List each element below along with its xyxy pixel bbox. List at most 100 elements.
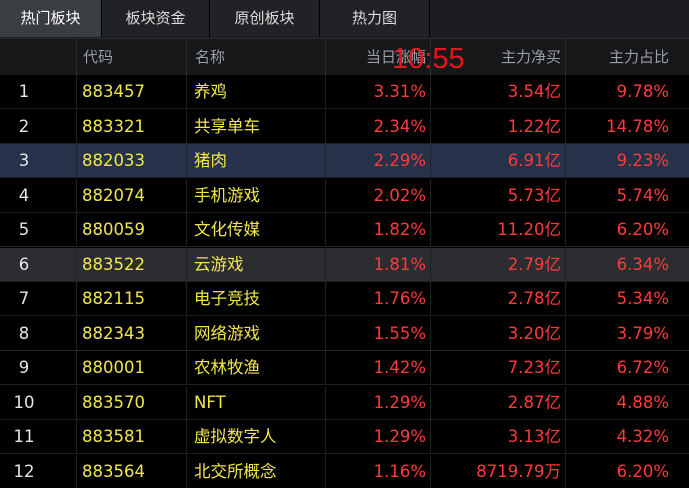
- main-ratio: 6.20%: [616, 220, 669, 239]
- net-buy-amount: 2.87亿: [507, 392, 561, 412]
- column-divider: [325, 75, 326, 109]
- sector-code: 883321: [82, 116, 145, 136]
- tab-bar: 热门板块 板块资金 原创板块 热力图: [0, 0, 689, 38]
- row-index: 1: [18, 82, 30, 101]
- table-row[interactable]: 10 883570 NFT 1.29% 2.87亿 4.88%: [0, 385, 689, 420]
- change-percent: 1.81%: [373, 254, 426, 274]
- column-divider: [186, 420, 187, 454]
- change-percent: 2.29%: [373, 151, 426, 170]
- table-row[interactable]: 11 883581 虚拟数字人 1.29% 3.13亿 4.32%: [0, 420, 689, 454]
- column-divider: [186, 213, 187, 247]
- main-ratio: 9.23%: [616, 151, 669, 170]
- table-row[interactable]: 3 882033 猪肉 2.29% 6.91亿 9.23%: [0, 144, 689, 178]
- column-divider: [325, 247, 326, 282]
- row-index: 6: [18, 254, 30, 274]
- column-divider: [430, 247, 431, 282]
- change-percent: 1.29%: [373, 427, 426, 446]
- column-divider: [76, 282, 77, 316]
- sector-code: 882033: [82, 151, 145, 170]
- column-divider: [76, 247, 77, 282]
- tab-hot-sectors[interactable]: 热门板块: [0, 0, 102, 37]
- change-percent: 1.76%: [373, 289, 426, 308]
- column-divider: [325, 420, 326, 454]
- column-divider: [430, 178, 431, 213]
- sector-name: 猪肉: [194, 151, 227, 170]
- column-divider: [565, 178, 566, 213]
- column-divider: [565, 247, 566, 282]
- row-index: 7: [18, 289, 30, 308]
- sector-ranking-panel: 热门板块 板块资金 原创板块 热力图 代码 名称 当日涨幅 主力净买 主力占比 …: [0, 0, 689, 488]
- column-divider: [186, 454, 187, 488]
- column-divider: [430, 420, 431, 454]
- column-divider: [565, 420, 566, 454]
- table-header: 代码 名称 当日涨幅 主力净买 主力占比: [0, 38, 689, 75]
- tab-heatmap[interactable]: 热力图: [320, 0, 430, 37]
- header-code[interactable]: 代码: [76, 39, 186, 75]
- column-divider: [76, 144, 77, 178]
- header-ratio[interactable]: 主力占比: [565, 39, 689, 75]
- row-index: 12: [13, 461, 35, 481]
- main-ratio: 5.74%: [616, 185, 669, 205]
- net-buy-amount: 1.22亿: [507, 116, 561, 136]
- column-divider: [430, 351, 431, 385]
- column-divider: [430, 75, 431, 109]
- row-index: 10: [13, 392, 35, 412]
- column-divider: [565, 282, 566, 316]
- sector-code: 883581: [82, 427, 145, 446]
- net-buy-amount: 7.23亿: [507, 358, 561, 377]
- row-index: 9: [18, 358, 30, 377]
- column-divider: [76, 420, 77, 454]
- column-divider: [430, 109, 431, 144]
- net-buy-amount: 2.79亿: [507, 254, 561, 274]
- column-divider: [325, 351, 326, 385]
- change-percent: 1.42%: [373, 358, 426, 377]
- sector-name: 农林牧渔: [194, 358, 260, 377]
- net-buy-amount: 3.54亿: [507, 82, 561, 101]
- table-row[interactable]: 7 882115 电子竞技 1.76% 2.78亿 5.34%: [0, 282, 689, 316]
- main-ratio: 4.32%: [616, 427, 669, 446]
- column-divider: [325, 178, 326, 213]
- row-index: 11: [13, 427, 35, 446]
- table-row[interactable]: 5 880059 文化传媒 1.82% 11.20亿 6.20%: [0, 213, 689, 247]
- sector-name: 电子竞技: [194, 289, 260, 308]
- column-divider: [565, 351, 566, 385]
- change-percent: 3.31%: [373, 82, 426, 101]
- net-buy-amount: 11.20亿: [497, 220, 561, 239]
- table-row[interactable]: 4 882074 手机游戏 2.02% 5.73亿 5.74%: [0, 178, 689, 213]
- sector-name: 网络游戏: [194, 323, 260, 343]
- column-divider: [430, 385, 431, 420]
- sector-code: 883457: [82, 82, 145, 101]
- sector-code: 882115: [82, 289, 145, 308]
- column-divider: [565, 385, 566, 420]
- sector-code: 883522: [82, 254, 145, 274]
- column-divider: [430, 454, 431, 488]
- column-divider: [325, 144, 326, 178]
- row-index: 2: [18, 116, 30, 136]
- row-index: 3: [18, 151, 30, 170]
- table-row[interactable]: 1 883457 养鸡 3.31% 3.54亿 9.78%: [0, 75, 689, 109]
- sector-code: 883564: [82, 461, 145, 481]
- table-row[interactable]: 12 883564 北交所概念 1.16% 8719.79万 6.20%: [0, 454, 689, 488]
- sector-code: 882074: [82, 185, 145, 205]
- column-divider: [186, 351, 187, 385]
- header-name[interactable]: 名称: [186, 39, 325, 75]
- column-divider: [186, 178, 187, 213]
- column-divider: [565, 454, 566, 488]
- table-row[interactable]: 6 883522 云游戏 1.81% 2.79亿 6.34%: [0, 247, 689, 282]
- tab-original-sectors[interactable]: 原创板块: [210, 0, 320, 37]
- net-buy-amount: 2.78亿: [507, 289, 561, 308]
- table-row[interactable]: 2 883321 共享单车 2.34% 1.22亿 14.78%: [0, 109, 689, 144]
- row-index: 8: [18, 323, 30, 343]
- column-divider: [186, 282, 187, 316]
- sector-name: 云游戏: [194, 254, 244, 274]
- sector-code: 882343: [82, 323, 145, 343]
- table-row[interactable]: 9 880001 农林牧渔 1.42% 7.23亿 6.72%: [0, 351, 689, 385]
- column-divider: [565, 316, 566, 351]
- tab-sector-funds[interactable]: 板块资金: [102, 0, 210, 37]
- column-divider: [76, 109, 77, 144]
- table-row[interactable]: 8 882343 网络游戏 1.55% 3.20亿 3.79%: [0, 316, 689, 351]
- main-ratio: 5.34%: [616, 289, 669, 308]
- net-buy-amount: 3.20亿: [507, 323, 561, 343]
- change-percent: 1.16%: [373, 461, 426, 481]
- column-divider: [186, 75, 187, 109]
